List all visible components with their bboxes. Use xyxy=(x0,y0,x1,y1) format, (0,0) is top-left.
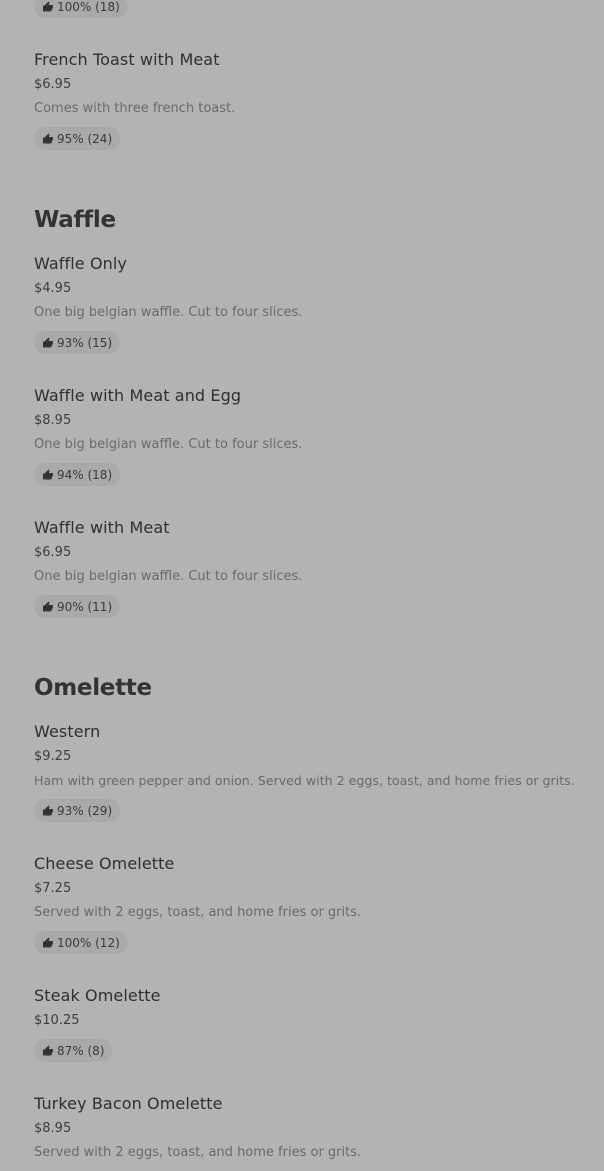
item-price: $10.25 xyxy=(34,1013,80,1028)
item-name: Turkey Bacon Omelette xyxy=(34,1094,223,1113)
section-title-omelette: Omelette xyxy=(34,675,152,701)
rating-badge: 100% (12) xyxy=(34,931,128,954)
rating-text: 100% (18) xyxy=(57,0,120,14)
item-description: One big belgian waffle. Cut to four slic… xyxy=(34,437,303,452)
item-description: One big belgian waffle. Cut to four slic… xyxy=(34,569,303,584)
item-price: $8.95 xyxy=(34,413,72,428)
item-description: Ham with green pepper and onion. Served … xyxy=(34,773,575,788)
item-price: $6.95 xyxy=(34,77,72,92)
thumbs-up-icon xyxy=(42,469,54,481)
rating-text: 94% (18) xyxy=(57,467,113,482)
rating-text: 90% (11) xyxy=(57,599,113,614)
rating-badge: 93% (15) xyxy=(34,331,121,354)
item-name: Western xyxy=(34,722,101,741)
rating-badge: 94% (18) xyxy=(34,463,121,486)
rating-badge: 95% (24) xyxy=(34,127,121,150)
item-description: Comes with three french toast. xyxy=(34,101,236,116)
thumbs-up-icon xyxy=(42,805,54,817)
rating-text: 95% (24) xyxy=(57,131,113,146)
rating-text: 100% (12) xyxy=(57,935,120,950)
item-price: $4.95 xyxy=(34,281,72,296)
item-price: $7.25 xyxy=(34,881,72,896)
thumbs-up-icon xyxy=(42,133,54,145)
item-name: Waffle with Meat and Egg xyxy=(34,386,242,405)
item-name: Waffle Only xyxy=(34,254,127,273)
rating-badge: 90% (11) xyxy=(34,595,121,618)
item-description: Served with 2 eggs, toast, and home frie… xyxy=(34,1145,362,1160)
rating-badge: 93% (29) xyxy=(34,799,121,822)
item-description: Served with 2 eggs, toast, and home frie… xyxy=(34,905,362,920)
menu-page: 100% (18) French Toast with Meat $6.95 C… xyxy=(0,0,604,1171)
item-name: Waffle with Meat xyxy=(34,518,170,537)
item-price: $8.95 xyxy=(34,1121,72,1136)
section-title-waffle: Waffle xyxy=(34,207,116,233)
item-price: $6.95 xyxy=(34,545,72,560)
item-name: Steak Omelette xyxy=(34,986,161,1005)
thumbs-up-icon xyxy=(42,601,54,613)
item-name: Cheese Omelette xyxy=(34,854,175,873)
item-name: French Toast with Meat xyxy=(34,50,220,69)
item-price: $9.25 xyxy=(34,749,72,764)
thumbs-up-icon xyxy=(42,1045,54,1057)
thumbs-up-icon xyxy=(42,937,54,949)
item-description: One big belgian waffle. Cut to four slic… xyxy=(34,305,303,320)
rating-badge: 100% (18) xyxy=(34,0,128,18)
thumbs-up-icon xyxy=(42,1,54,13)
rating-text: 93% (15) xyxy=(57,335,113,350)
rating-text: 87% (8) xyxy=(57,1043,105,1058)
rating-badge: 87% (8) xyxy=(34,1039,113,1062)
rating-text: 93% (29) xyxy=(57,803,113,818)
thumbs-up-icon xyxy=(42,337,54,349)
